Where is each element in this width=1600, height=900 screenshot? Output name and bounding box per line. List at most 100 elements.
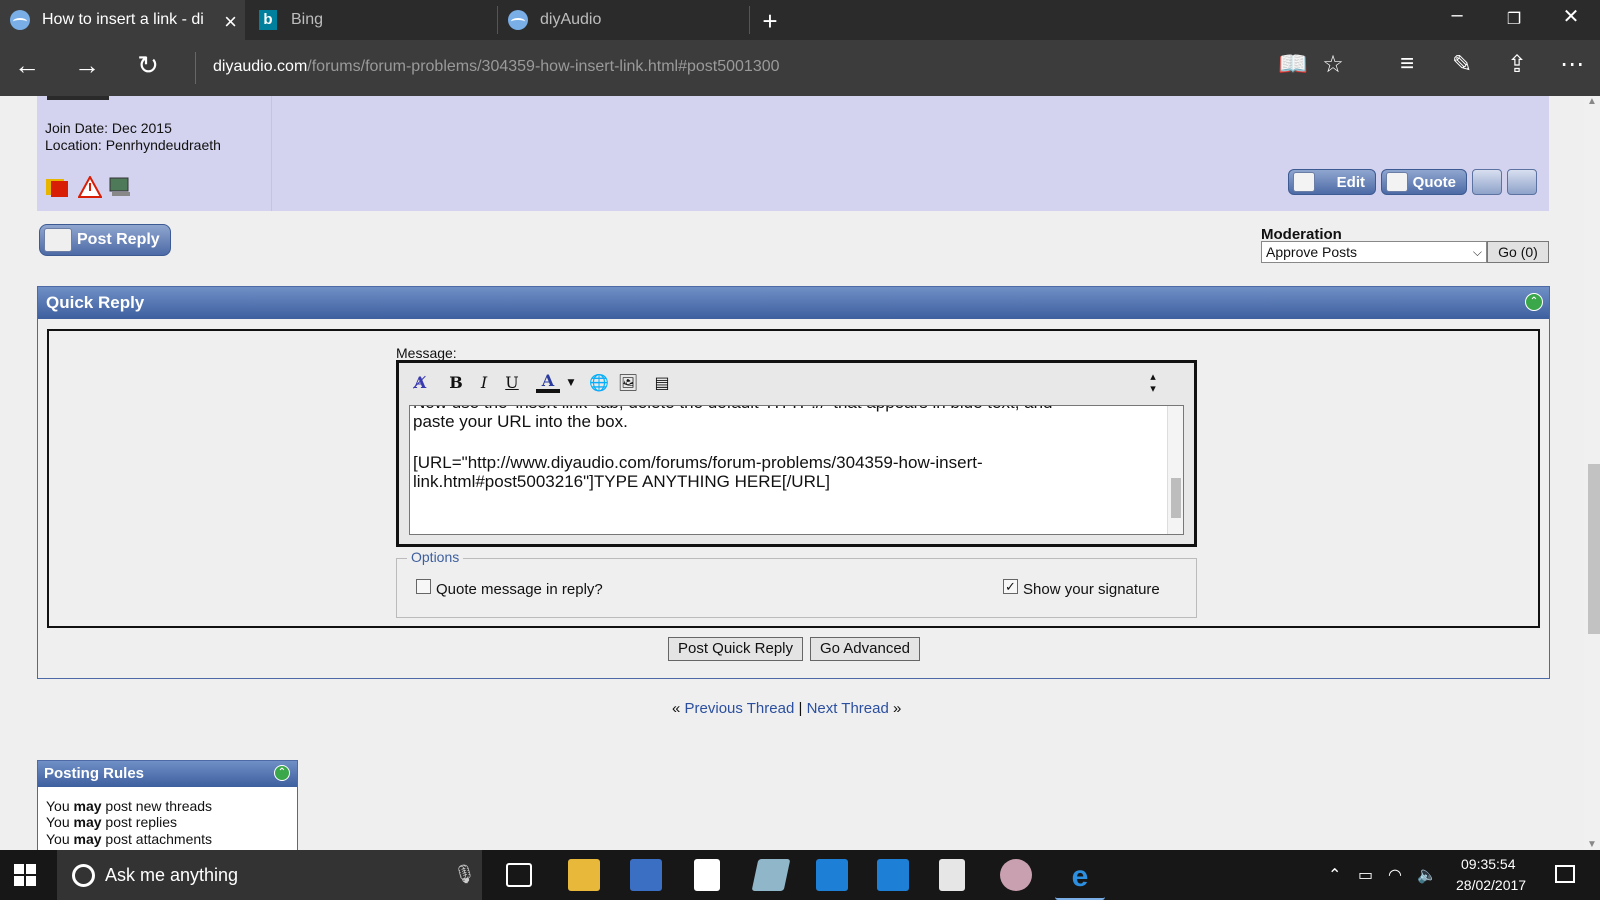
thread-nav-separator: |	[798, 700, 803, 717]
calculator-icon[interactable]	[939, 859, 965, 891]
options-fieldset: Options Quote message in reply? ✓ Show y…	[396, 549, 1197, 618]
edit-scissors-icon	[1293, 172, 1315, 192]
notes-app-icon[interactable]	[751, 859, 791, 891]
web-note-icon[interactable]: ✎	[1442, 50, 1482, 79]
address-divider	[195, 52, 196, 84]
multi-quote-icon[interactable]	[1472, 169, 1502, 195]
insert-image-icon[interactable]: 🖼	[616, 371, 640, 395]
moderation-go-button[interactable]: Go (0)	[1487, 241, 1549, 263]
tab-how-to-insert-link[interactable]: How to insert a link - di ×	[0, 0, 245, 40]
previous-thread-link[interactable]: Previous Thread	[685, 700, 795, 717]
insert-link-globe-icon[interactable]: 🌐	[587, 371, 611, 395]
moderation-selected-value: Approve Posts	[1266, 244, 1358, 260]
badge-gem-icon	[46, 179, 68, 197]
go-advanced-button[interactable]: Go Advanced	[810, 637, 920, 661]
quick-reply-header: Quick Reply ⌃	[38, 287, 1549, 319]
post-reply-button[interactable]: Post Reply	[39, 224, 171, 256]
prev-arrows: «	[672, 700, 681, 717]
quote-message-label: Quote message in reply?	[436, 581, 603, 598]
wifi-icon[interactable]: ◠	[1388, 865, 1402, 885]
post-reply-pencil-icon	[44, 228, 72, 252]
quote-post-button[interactable]: Quote	[1381, 169, 1467, 195]
chevron-down-icon: ⌵	[1472, 245, 1482, 259]
scroll-up-icon[interactable]: ▲	[1587, 96, 1597, 107]
show-signature-label: Show your signature	[1023, 581, 1160, 598]
forward-arrow-icon[interactable]: →	[67, 50, 107, 81]
message-line: paste your URL into the box.	[413, 412, 628, 431]
clock-time[interactable]: 09:35:54	[1461, 856, 1516, 872]
diyaudio-favicon-icon	[10, 10, 30, 30]
message-line: link.html#post5003216"]TYPE ANYTHING HER…	[413, 472, 831, 491]
new-tab-plus-icon[interactable]: +	[750, 6, 790, 37]
search-placeholder: Ask me anything	[105, 865, 239, 885]
resize-editor-icon[interactable]: ▴ ▾	[1141, 371, 1165, 395]
page-scrollbar[interactable]: ▲ ▼	[1584, 96, 1600, 850]
close-tab-icon[interactable]: ×	[224, 9, 237, 35]
reading-view-icon[interactable]: 📖	[1273, 50, 1313, 79]
italic-icon[interactable]: I	[472, 371, 496, 395]
post-quick-reply-button[interactable]: Post Quick Reply	[668, 637, 803, 661]
avatar[interactable]	[47, 96, 109, 100]
edit-post-button[interactable]: Edit	[1288, 169, 1376, 195]
editor-scrollbar[interactable]	[1167, 406, 1183, 534]
file-explorer-icon[interactable]	[568, 859, 600, 891]
refresh-icon[interactable]: ↻	[128, 50, 168, 81]
splice-xvi-app-icon[interactable]	[877, 859, 909, 891]
tab-bing[interactable]: b Bing	[247, 0, 497, 40]
windows-start-icon[interactable]	[14, 864, 36, 886]
bank-app-icon[interactable]	[630, 859, 662, 891]
close-window-icon[interactable]: ✕	[1551, 4, 1591, 29]
url-path: /forums/forum-problems/304359-how-insert…	[307, 58, 780, 75]
back-arrow-icon[interactable]: ←	[7, 50, 47, 81]
badge-warning-icon	[78, 176, 102, 198]
action-center-icon[interactable]	[1555, 865, 1575, 883]
font-color-dropdown-icon[interactable]: ▼	[559, 371, 583, 395]
task-view-icon[interactable]	[506, 863, 532, 887]
message-line: [URL="http://www.diyaudio.com/forums/for…	[413, 453, 983, 472]
page-scroll-thumb[interactable]	[1588, 464, 1600, 634]
bold-icon[interactable]: B	[444, 371, 468, 395]
font-color-icon[interactable]: A	[536, 371, 560, 393]
quick-edit-icon[interactable]	[1507, 169, 1537, 195]
remove-formatting-icon[interactable]: A̸	[408, 371, 432, 395]
quote-message-checkbox[interactable]	[416, 579, 431, 594]
cortana-icon	[72, 864, 95, 887]
post-reply-label: Post Reply	[77, 231, 160, 248]
volume-icon[interactable]: 🔈	[1417, 865, 1437, 885]
quick-reply-panel: Quick Reply ⌃ Message: A̸ B I U A ▼ 🌐 🖼 …	[37, 286, 1550, 679]
message-textarea[interactable]: Now use the 'insert link' tab, delete th…	[409, 405, 1184, 535]
join-date: Join Date: Dec 2015	[45, 120, 172, 136]
share-icon[interactable]: ⇪	[1497, 50, 1537, 79]
more-actions-icon[interactable]: ⋯	[1552, 50, 1592, 79]
edit-label: Edit	[1336, 173, 1365, 191]
cortana-search-box[interactable]: Ask me anything 🎙	[57, 850, 482, 900]
collapse-icon[interactable]: ⌃	[274, 765, 290, 781]
hub-icon[interactable]: ≡	[1387, 50, 1427, 78]
clock-date[interactable]: 28/02/2017	[1456, 877, 1526, 893]
splice-app-icon[interactable]	[816, 859, 848, 891]
posting-rule: You may post replies	[46, 814, 178, 830]
url-field[interactable]: diyaudio.com/forums/forum-problems/30435…	[213, 58, 780, 76]
collapse-icon[interactable]: ⌃	[1525, 293, 1543, 311]
favorite-star-icon[interactable]: ☆	[1313, 50, 1353, 79]
editor-scroll-thumb[interactable]	[1171, 478, 1181, 518]
document-app-icon[interactable]	[694, 859, 720, 891]
next-thread-link[interactable]: Next Thread	[807, 700, 889, 717]
chevron-up-icon[interactable]: ⌃	[1328, 865, 1341, 885]
restore-window-icon[interactable]: ❐	[1494, 9, 1534, 29]
wrap-quote-icon[interactable]: ▤	[650, 371, 674, 395]
browser-tab-bar: How to insert a link - di × b Bing diyAu…	[0, 0, 1600, 40]
url-host: diyaudio.com	[213, 58, 308, 75]
editor-toolbar: A̸ B I U A ▼ 🌐 🖼 ▤ ▴ ▾	[399, 363, 1194, 405]
minimize-icon[interactable]: –	[1437, 4, 1477, 27]
scroll-down-icon[interactable]: ▼	[1587, 839, 1597, 850]
moderation-select[interactable]: Approve Posts ⌵	[1261, 241, 1487, 263]
battery-icon[interactable]: ▭	[1358, 865, 1373, 885]
edge-browser-icon[interactable]: e	[1055, 859, 1105, 900]
paint-app-icon[interactable]	[1000, 859, 1032, 891]
tab-diyaudio[interactable]: diyAudio	[498, 0, 748, 40]
bing-favicon-icon: b	[259, 10, 277, 30]
underline-icon[interactable]: U	[500, 371, 524, 395]
microphone-icon[interactable]: 🎙	[453, 864, 476, 886]
show-signature-checkbox[interactable]: ✓	[1003, 579, 1018, 594]
